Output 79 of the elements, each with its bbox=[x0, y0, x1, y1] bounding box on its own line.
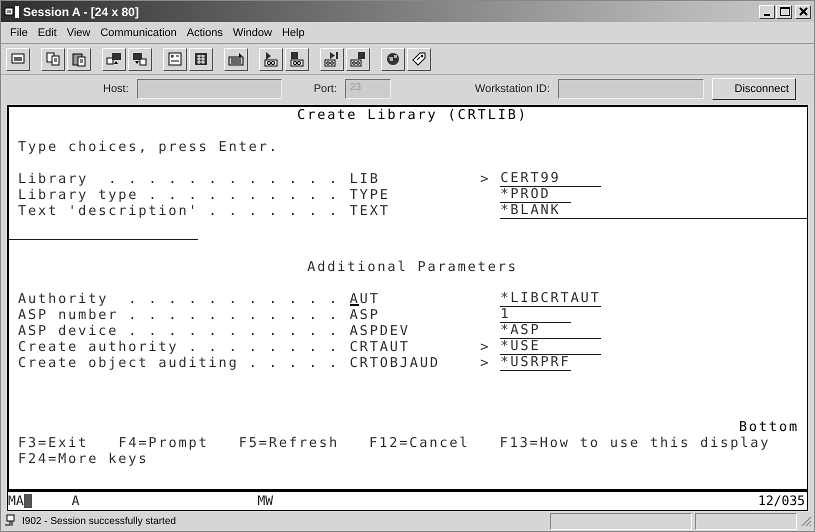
parameter-label: Library type . . . . . . . . . . bbox=[18, 187, 340, 203]
host-label: Host: bbox=[103, 83, 129, 95]
tag-icon[interactable] bbox=[407, 48, 431, 70]
input-field[interactable]: *LIBCRTAUT bbox=[500, 291, 601, 307]
menu-item[interactable]: Communication bbox=[95, 26, 182, 38]
input-field[interactable]: *ASP bbox=[500, 323, 601, 339]
port-label: Port: bbox=[314, 83, 337, 95]
input-field[interactable]: *USE bbox=[500, 339, 601, 355]
function-key: F12=Cancel bbox=[369, 435, 470, 451]
parameter-keyword: CRTOBJAUD bbox=[350, 355, 440, 371]
disconnect-button[interactable]: Disconnect bbox=[712, 78, 796, 100]
function-key: F24=More keys bbox=[18, 451, 148, 467]
maximize-button[interactable] bbox=[776, 4, 792, 18]
menu-item[interactable]: Edit bbox=[32, 26, 62, 38]
parameter-label: Create object auditing . . . . . bbox=[18, 355, 340, 371]
section-title: Additional Parameters bbox=[306, 259, 519, 275]
function-key: F4=Prompt bbox=[118, 435, 209, 451]
input-field[interactable]: *USRPRF bbox=[500, 355, 571, 371]
menu-item[interactable]: View bbox=[62, 26, 96, 38]
mode-indicator: MA bbox=[8, 494, 24, 508]
field-indicator: A bbox=[72, 494, 80, 508]
changed-marker: > bbox=[480, 339, 492, 355]
window-title: Session A - [24 x 80] bbox=[23, 4, 140, 18]
status-message: I902 - Session successfully started bbox=[22, 516, 177, 526]
screen-title: Create Library (CRTLIB) bbox=[296, 107, 529, 123]
parameter-label: Authority . . . . . . . . . . . bbox=[18, 291, 340, 307]
instruction-text: Type choices, press Enter. bbox=[18, 139, 280, 155]
grid-icon[interactable] bbox=[189, 48, 213, 70]
copy-icon[interactable] bbox=[41, 48, 65, 70]
menu-item[interactable]: File bbox=[5, 26, 33, 38]
parameter-label: Text 'description' . . . . . . . bbox=[18, 203, 340, 219]
menu-item[interactable]: Window bbox=[228, 26, 277, 38]
parameter-label: Create authority . . . . . . . . bbox=[18, 339, 340, 355]
input-field[interactable]: *BLANK bbox=[500, 203, 807, 219]
keypad-icon[interactable] bbox=[163, 48, 187, 70]
function-key: F13=How to use this display bbox=[500, 435, 770, 451]
globe-icon[interactable] bbox=[381, 48, 405, 70]
menu-item[interactable]: Actions bbox=[182, 26, 228, 38]
input-field[interactable]: *PROD bbox=[500, 187, 571, 203]
reel-icon[interactable] bbox=[285, 48, 309, 70]
reel-icon[interactable] bbox=[346, 48, 370, 70]
close-button[interactable] bbox=[795, 4, 811, 18]
screen-icon[interactable] bbox=[6, 48, 30, 70]
parameter-keyword: TYPE bbox=[350, 187, 390, 203]
changed-marker: > bbox=[480, 355, 492, 371]
parameter-keyword: LIB bbox=[350, 171, 380, 187]
resize-grip-icon bbox=[800, 515, 812, 527]
input-field[interactable]: 1 bbox=[500, 307, 571, 323]
parameter-label: ASP device . . . . . . . . . . . bbox=[18, 323, 340, 339]
windows-icon[interactable] bbox=[102, 48, 126, 70]
parameter-keyword: ASPDEV bbox=[350, 323, 410, 339]
close-icon bbox=[796, 5, 810, 18]
parameter-label: ASP number . . . . . . . . . . . bbox=[18, 307, 340, 323]
parameter-keyword: ASP bbox=[350, 307, 380, 323]
cursor-position: 12/035 bbox=[758, 494, 806, 508]
minimize-button[interactable] bbox=[759, 4, 775, 18]
host-field[interactable] bbox=[136, 79, 282, 99]
maximize-icon bbox=[778, 5, 790, 18]
minimize-icon bbox=[764, 14, 770, 16]
reel-icon[interactable] bbox=[259, 48, 283, 70]
changed-marker: > bbox=[480, 171, 492, 187]
menu-item[interactable]: Help bbox=[276, 26, 310, 38]
function-key: F3=Exit bbox=[18, 435, 88, 451]
terminal-icon bbox=[4, 4, 20, 18]
paste-icon[interactable] bbox=[67, 48, 91, 70]
function-key: F5=Refresh bbox=[238, 435, 340, 451]
parameter-keyword: CRTAUT bbox=[350, 339, 410, 355]
more-indicator: Bottom bbox=[738, 419, 800, 435]
cursor-block bbox=[24, 494, 32, 508]
input-field[interactable]: CERT99 bbox=[500, 171, 601, 187]
reel-icon[interactable] bbox=[320, 48, 344, 70]
parameter-keyword: AUT bbox=[350, 291, 380, 307]
parameter-keyword: TEXT bbox=[350, 203, 390, 219]
windows-icon[interactable] bbox=[128, 48, 152, 70]
status-code: MW bbox=[257, 494, 274, 508]
workstation-label: Workstation ID: bbox=[474, 83, 550, 95]
parameter-label: Library . . . . . . . . . . . . bbox=[18, 171, 340, 187]
keyboard-icon[interactable] bbox=[224, 48, 248, 70]
workstation-field[interactable] bbox=[558, 79, 704, 99]
